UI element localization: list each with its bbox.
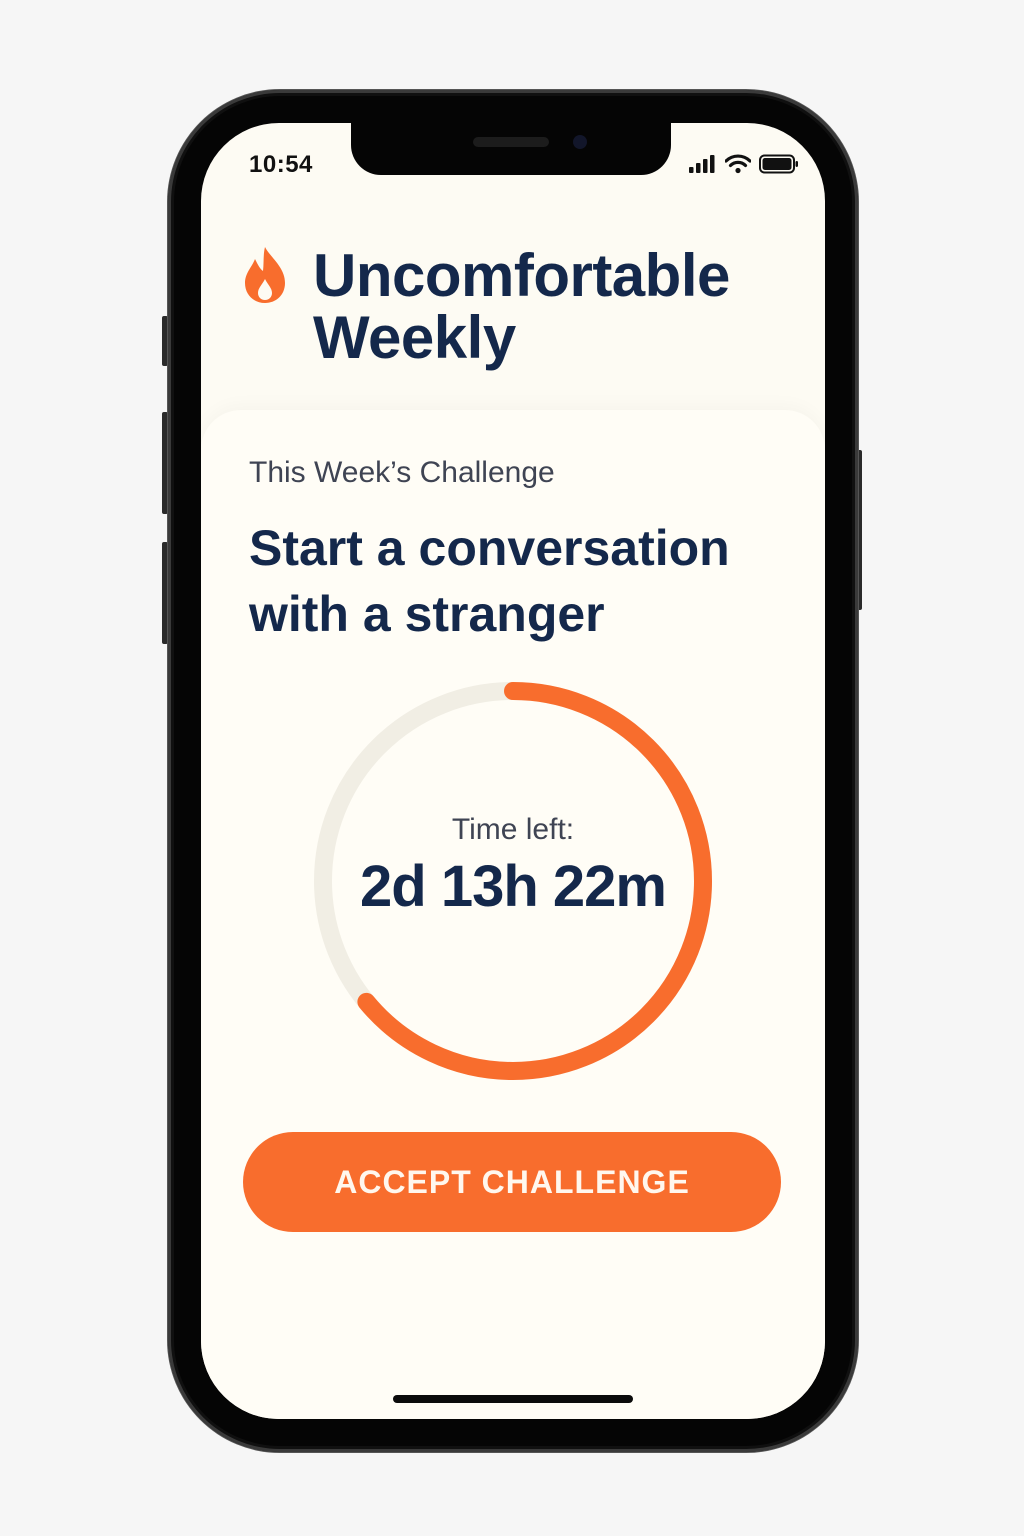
time-left-value: 2d 13h 22m	[360, 854, 667, 919]
app-header: Uncomfortable Weekly	[241, 245, 793, 369]
cellular-signal-icon	[689, 155, 715, 173]
battery-icon	[759, 154, 798, 174]
front-camera	[573, 135, 587, 149]
status-bar-icons	[689, 154, 799, 174]
accept-challenge-button[interactable]: ACCEPT CHALLENGE	[243, 1132, 781, 1232]
time-left-label: Time left:	[451, 813, 575, 846]
notch	[351, 123, 671, 175]
flame-icon	[245, 247, 285, 303]
challenge-title: Start a conversation with a stranger	[249, 520, 730, 642]
home-indicator[interactable]	[393, 1395, 633, 1403]
challenge-subheading: This Week’s Challenge	[249, 456, 555, 489]
wifi-icon	[725, 154, 751, 174]
phone-screen: 10:54 Uncomfortable Weekly This Week’s C…	[201, 123, 825, 1419]
speaker-grille	[473, 137, 549, 147]
device-stage: 10:54 Uncomfortable Weekly This Week’s C…	[0, 0, 1024, 1536]
app-title: Uncomfortable Weekly	[313, 242, 730, 371]
status-bar-time: 10:54	[249, 151, 313, 178]
